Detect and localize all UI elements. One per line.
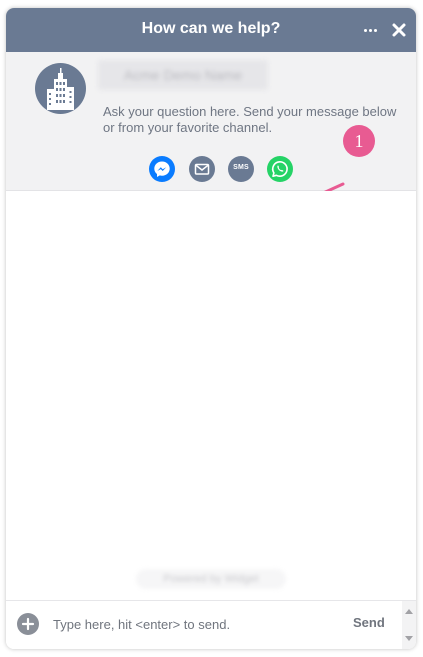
composer-scrollbar[interactable] [402, 601, 416, 649]
sms-icon: SMS [233, 164, 249, 171]
sms-channel-button[interactable]: SMS [228, 156, 254, 182]
company-avatar [35, 63, 86, 114]
email-channel-button[interactable] [189, 156, 215, 182]
building-icon [47, 68, 74, 110]
more-options-button[interactable] [361, 20, 383, 40]
whatsapp-channel-button[interactable] [267, 156, 293, 182]
header-title: How can we help? [141, 20, 281, 37]
attach-button[interactable] [17, 613, 39, 635]
message-input[interactable] [50, 613, 346, 635]
scroll-down-arrow-icon[interactable] [405, 636, 413, 641]
message-composer: Send [6, 600, 416, 649]
whatsapp-icon [271, 160, 288, 177]
chat-header: How can we help? [6, 8, 416, 52]
messenger-icon [154, 161, 170, 177]
scroll-up-arrow-icon[interactable] [405, 609, 413, 614]
intro-panel: Acme Demo Name Ask your question here. S… [6, 52, 416, 208]
more-horizontal-icon [364, 29, 367, 32]
powered-by-label: Powered by Widget [136, 569, 286, 589]
close-button[interactable] [389, 20, 409, 40]
chat-widget: How can we help? Acme Demo Name Ask your… [6, 8, 416, 649]
annotation-badge: 1 [343, 125, 375, 157]
email-icon [194, 163, 210, 175]
messenger-channel-button[interactable] [149, 156, 175, 182]
send-button[interactable]: Send [353, 615, 385, 630]
close-icon [392, 23, 406, 37]
company-name: Acme Demo Name [98, 60, 268, 90]
plus-icon [21, 617, 35, 631]
conversation-area[interactable]: Powered by Widget [6, 191, 416, 598]
